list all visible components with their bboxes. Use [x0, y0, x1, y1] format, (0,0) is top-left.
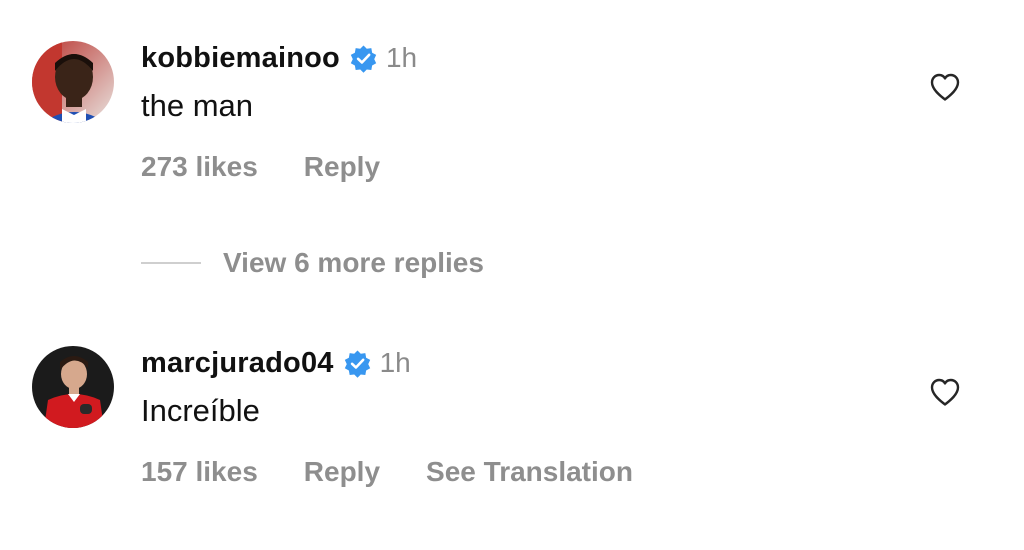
- comment-text: the man: [141, 88, 254, 123]
- verified-badge-icon: [343, 349, 372, 378]
- reply-button[interactable]: Reply: [304, 151, 380, 183]
- comment-actions: 157 likes Reply See Translation: [141, 456, 633, 488]
- username[interactable]: kobbiemainoo: [141, 42, 340, 75]
- avatar[interactable]: [32, 346, 114, 428]
- likes-count[interactable]: 157 likes: [141, 456, 258, 488]
- comment-text: Increíble: [141, 393, 260, 428]
- avatar-image: [32, 346, 114, 428]
- username[interactable]: marcjurado04: [141, 347, 334, 380]
- timestamp: 1h: [385, 42, 418, 73]
- heart-icon[interactable]: [929, 72, 961, 102]
- comment-item: marcjurado04 1h Increíble 157 likes Repl…: [0, 305, 1024, 487]
- avatar[interactable]: [32, 41, 114, 123]
- timestamp: 1h: [379, 347, 411, 378]
- see-translation-button[interactable]: See Translation: [426, 456, 633, 488]
- comment-item: kobbiemainoo 1h the man 273 likes Reply: [0, 0, 1024, 182]
- avatar-image: [32, 41, 114, 123]
- likes-count[interactable]: 273 likes: [141, 151, 258, 183]
- comment-header: kobbiemainoo 1h: [141, 38, 417, 78]
- view-more-replies-button[interactable]: View 6 more replies: [141, 247, 484, 279]
- reply-button[interactable]: Reply: [304, 456, 380, 488]
- view-more-replies-label: View 6 more replies: [223, 247, 484, 278]
- comment-actions: 273 likes Reply: [141, 151, 380, 183]
- divider-line: [141, 262, 201, 264]
- comment-header: marcjurado04 1h: [141, 343, 411, 383]
- heart-icon[interactable]: [929, 377, 961, 407]
- verified-badge-icon: [349, 44, 378, 73]
- comments-list: kobbiemainoo 1h the man 273 likes Reply …: [0, 0, 1024, 550]
